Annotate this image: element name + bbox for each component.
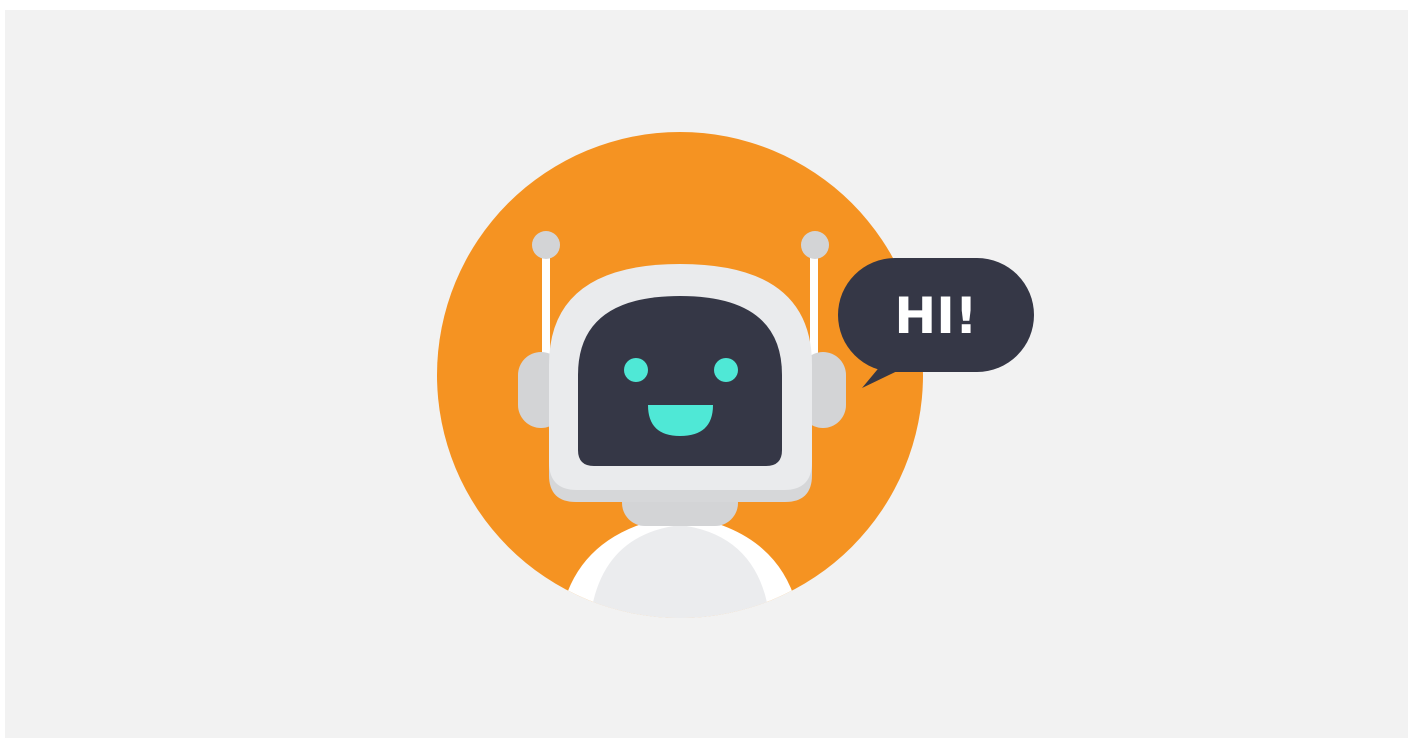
eye-left (624, 358, 648, 382)
speech-bubble-text: HI! (894, 287, 977, 345)
eye-right (714, 358, 738, 382)
robot-illustration: HI! (437, 132, 1034, 618)
robot-screen (578, 296, 782, 466)
